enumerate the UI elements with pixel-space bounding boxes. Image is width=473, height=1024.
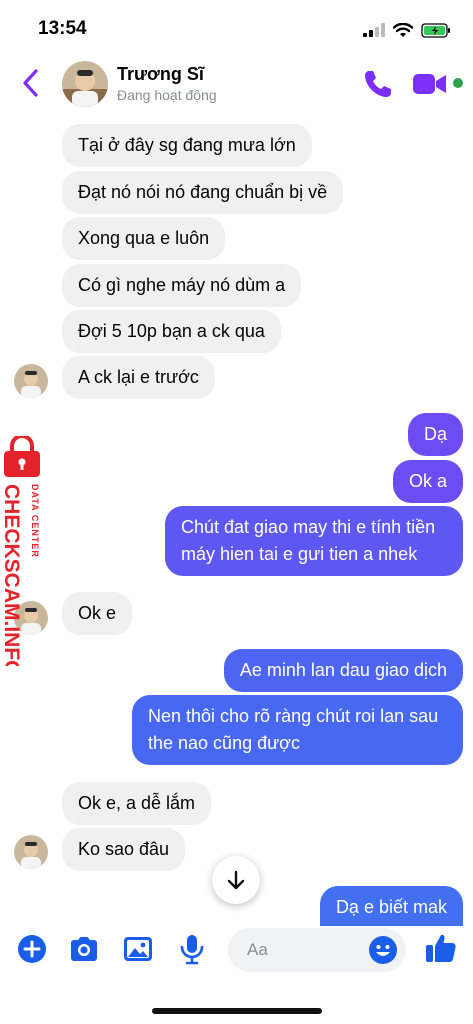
message-in[interactable]: Ok e, a dễ lắm [62, 782, 212, 825]
message-in[interactable]: Có gì nghe máy nó dùm a [62, 264, 302, 307]
home-indicator [152, 1008, 322, 1014]
message-in[interactable]: Ko sao đâu [62, 828, 186, 871]
online-indicator [453, 78, 463, 88]
presence-status: Đang hoạt động [117, 87, 217, 103]
message-in[interactable]: Tại ở đây sg đang mưa lớn [62, 124, 312, 167]
battery-icon [421, 22, 450, 38]
emoji-icon[interactable] [368, 935, 398, 965]
wifi-icon [393, 22, 413, 37]
message-in[interactable]: Đạt nó nói nó đang chuẩn bị về [62, 171, 344, 214]
image-icon[interactable] [122, 933, 154, 965]
camera-icon[interactable] [68, 933, 100, 965]
back-chevron-icon[interactable] [16, 66, 46, 100]
checkscam-watermark: CHECKSCAM.INFO DATA CENTER [0, 434, 52, 677]
plus-icon[interactable] [16, 933, 48, 965]
message-in[interactable]: Xong qua e luôn [62, 217, 226, 260]
message-out[interactable]: Ae minh lan dau giao dịch [223, 649, 463, 692]
message-input-placeholder: Aa [247, 940, 268, 959]
contact-name[interactable]: Trương Sĩ [117, 64, 204, 85]
arrow-down-icon [227, 870, 245, 890]
scroll-to-bottom-button[interactable] [212, 856, 260, 904]
message-out[interactable]: Dạ [407, 413, 463, 456]
signal-icon [363, 23, 385, 37]
message-line: Chút đat giao may thi e tính tiền [181, 517, 436, 537]
message-line: the nao cũng được [148, 733, 300, 753]
sender-avatar[interactable] [14, 835, 48, 869]
message-in[interactable]: Ok e [62, 592, 133, 635]
phone-icon[interactable] [362, 68, 394, 100]
message-in[interactable]: A ck lại e trước [62, 356, 215, 399]
video-camera-icon[interactable] [412, 70, 448, 98]
lock-icon [4, 434, 40, 477]
message-out-multiline[interactable]: Chút đat giao may thi e tính tiền máy hi… [165, 506, 463, 576]
message-out-multiline[interactable]: Nen thôi cho rõ ràng chút roi lan sau th… [132, 695, 463, 765]
watermark-sub: DATA CENTER [30, 484, 40, 558]
status-icons [363, 20, 451, 40]
message-in[interactable]: Đợi 5 10p bạn a ck qua [62, 310, 281, 353]
message-out[interactable]: Ok a [392, 460, 463, 503]
message-line: Nen thôi cho rõ ràng chút roi lan sau [148, 706, 439, 726]
status-time: 13:54 [38, 18, 87, 39]
message-out[interactable]: Dạ e biết mak [319, 886, 463, 926]
thumbs-up-icon[interactable] [424, 931, 458, 965]
sender-avatar[interactable] [14, 364, 48, 398]
microphone-icon[interactable] [176, 933, 208, 965]
watermark-brand: CHECKSCAM.INFO [0, 484, 23, 666]
message-line: máy hien tai e gưi tien a nhek [181, 544, 418, 564]
contact-avatar[interactable] [62, 61, 108, 107]
